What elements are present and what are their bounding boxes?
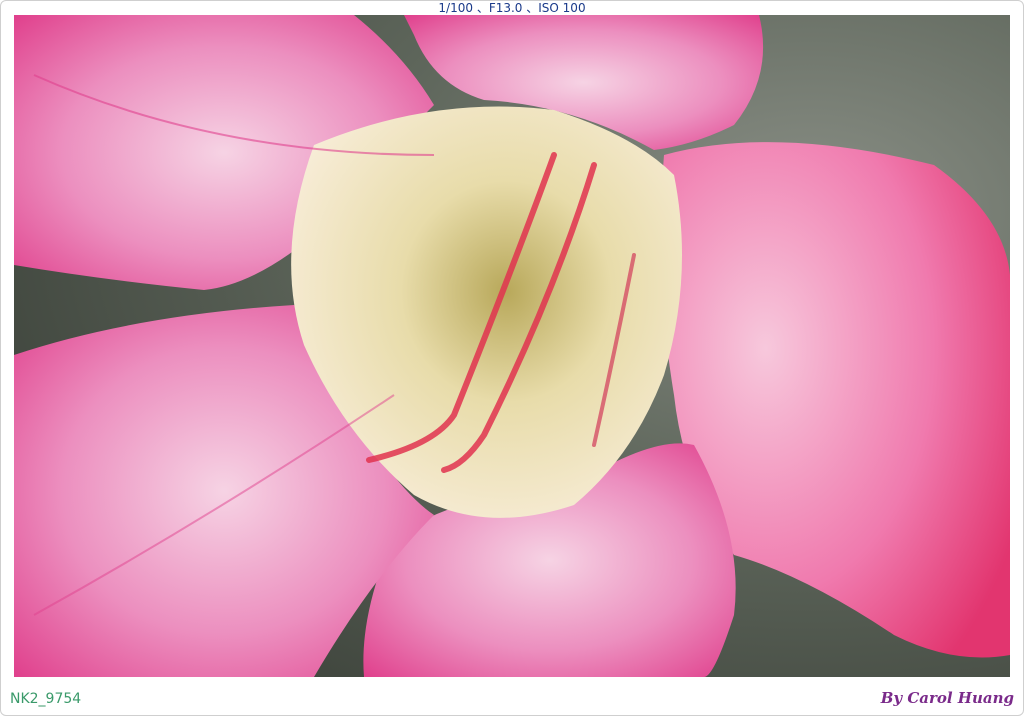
filename-label: NK2_9754 [10,691,82,707]
flower-photo [14,15,1010,677]
flower-illustration [14,15,1010,677]
photographer-credit: By Carol Huang [880,689,1014,707]
exif-caption: 1/100 、F13.0 、ISO 100 [438,1,586,15]
